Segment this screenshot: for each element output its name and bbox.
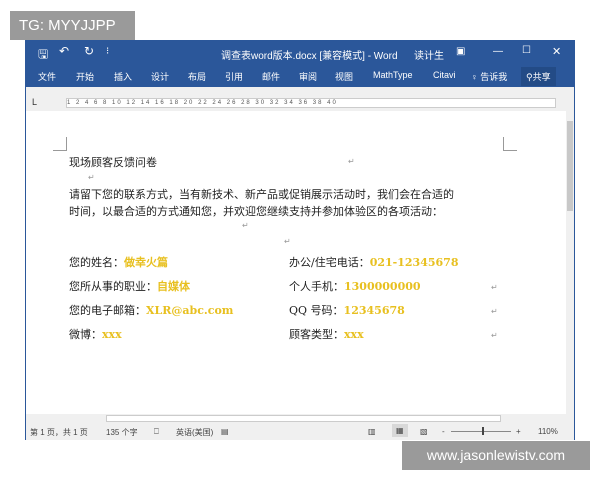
paragraph-mark: ↵ <box>242 221 249 230</box>
collapsed-ribbon <box>26 87 574 95</box>
tab-citavi[interactable]: Citavi <box>433 70 456 80</box>
language[interactable]: 英语(美国) <box>176 427 213 438</box>
paragraph-mark: ↵ <box>284 237 291 246</box>
word-count[interactable]: 135 个字 <box>106 427 138 438</box>
crop-mark <box>503 137 517 151</box>
tab-file[interactable]: 文件 <box>38 70 56 83</box>
proofing-icon[interactable]: ⎕ <box>154 427 159 437</box>
close-icon[interactable]: ✕ <box>552 45 561 58</box>
paragraph-mark: ↵ <box>491 283 498 292</box>
tab-review[interactable]: 审阅 <box>299 70 317 83</box>
maximize-icon[interactable]: ☐ <box>522 45 531 56</box>
zoom-slider-thumb[interactable] <box>482 427 484 435</box>
read-mode-icon[interactable]: ▥ <box>368 427 376 436</box>
paragraph-mark: ↵ <box>491 307 498 316</box>
scroll-thumb[interactable] <box>567 121 573 211</box>
field-name: 您的姓名：做幸火篇 <box>69 256 168 269</box>
macro-icon[interactable]: ▤ <box>221 427 229 436</box>
tab-design[interactable]: 设计 <box>151 70 169 83</box>
tab-selector-icon[interactable]: L <box>32 97 37 107</box>
ribbon-display-icon[interactable]: ▣ <box>456 46 465 57</box>
title-bar: 🖫 ↶ ↻ ⁝ 调查表word版本.docx [兼容模式] - Word 读计生… <box>26 41 574 65</box>
field-occupation: 您所从事的职业：自媒体 <box>69 280 190 293</box>
document-page[interactable]: 现场顾客反馈问卷 ↵ ↵ 请留下您的联系方式，当有新技术、新产品或促销展示活动时… <box>26 111 566 414</box>
tab-mailings[interactable]: 邮件 <box>262 70 280 83</box>
person-icon: ⚲ <box>526 72 533 82</box>
zoom-out-button[interactable]: - <box>442 427 445 436</box>
ruler-scale[interactable]: 1 2 4 6 8 10 12 14 16 18 20 22 24 26 28 … <box>66 98 556 108</box>
field-qq: QQ 号码：12345678 <box>289 304 405 317</box>
zoom-slider[interactable] <box>451 431 511 432</box>
customize-icon[interactable]: ⁝ <box>106 46 109 57</box>
redo-icon[interactable]: ↻ <box>84 44 94 58</box>
doc-title: 现场顾客反馈问卷 <box>69 156 157 169</box>
web-layout-icon[interactable]: ▧ <box>420 427 428 436</box>
vertical-scrollbar[interactable] <box>566 111 574 414</box>
zoom-in-button[interactable]: + <box>516 427 521 436</box>
share-button[interactable]: ⚲共享 <box>521 67 556 86</box>
watermark-bottom: www.jasonlewistv.com <box>402 441 590 470</box>
zoom-level[interactable]: 110% <box>538 427 558 436</box>
horizontal-ruler[interactable]: L 1 2 4 6 8 10 12 14 16 18 20 22 24 26 2… <box>26 95 574 111</box>
horizontal-scrollbar[interactable] <box>26 414 574 423</box>
field-mobile: 个人手机：1300000000 <box>289 280 421 293</box>
field-customer-type: 顾客类型：xxx <box>289 328 364 341</box>
tell-me-button[interactable]: ♀ 告诉我 <box>471 70 507 83</box>
paragraph-mark: ↵ <box>88 173 95 182</box>
doc-paragraph-line1: 请留下您的联系方式，当有新技术、新产品或促销展示活动时，我们会在合适的 <box>69 188 454 201</box>
field-weibo: 微博：xxx <box>69 328 122 341</box>
crop-mark <box>53 137 67 151</box>
tab-layout[interactable]: 布局 <box>188 70 206 83</box>
tab-view[interactable]: 视图 <box>335 70 353 83</box>
undo-icon[interactable]: ↶ <box>59 44 69 58</box>
window-title: 调查表word版本.docx [兼容模式] - Word <box>221 51 398 62</box>
field-email: 您的电子邮箱：XLR@abc.com <box>69 304 234 317</box>
word-window: 🖫 ↶ ↻ ⁝ 调查表word版本.docx [兼容模式] - Word 读计生… <box>25 40 575 440</box>
tab-home[interactable]: 开始 <box>76 70 94 83</box>
page-count[interactable]: 第 1 页，共 1 页 <box>30 427 88 438</box>
doc-paragraph-line2: 时间，以最合适的方式通知您，并欢迎您继续支持并参加体验区的各项活动： <box>69 205 443 218</box>
tab-insert[interactable]: 插入 <box>114 70 132 83</box>
paragraph-mark: ↵ <box>348 157 355 166</box>
paragraph-mark: ↵ <box>491 331 498 340</box>
ribbon-tabs: 文件 开始 插入 设计 布局 引用 邮件 审阅 视图 MathType Cita… <box>26 65 574 87</box>
scroll-thumb[interactable] <box>106 415 501 422</box>
user-name[interactable]: 读计生 <box>414 47 444 62</box>
tab-references[interactable]: 引用 <box>225 70 243 83</box>
save-icon[interactable]: 🖫 <box>38 45 48 66</box>
print-layout-icon[interactable]: ▦ <box>392 424 408 437</box>
field-phone: 办公/住宅电话：021-12345678 <box>289 256 459 269</box>
lightbulb-icon: ♀ <box>471 72 478 82</box>
status-bar: 第 1 页，共 1 页 135 个字 ⎕ 英语(美国) ▤ ▥ ▦ ▧ - + … <box>26 423 574 440</box>
tab-mathtype[interactable]: MathType <box>373 70 413 80</box>
minimize-icon[interactable]: — <box>493 46 503 57</box>
watermark-top: TG: MYYJJPP <box>10 11 135 40</box>
